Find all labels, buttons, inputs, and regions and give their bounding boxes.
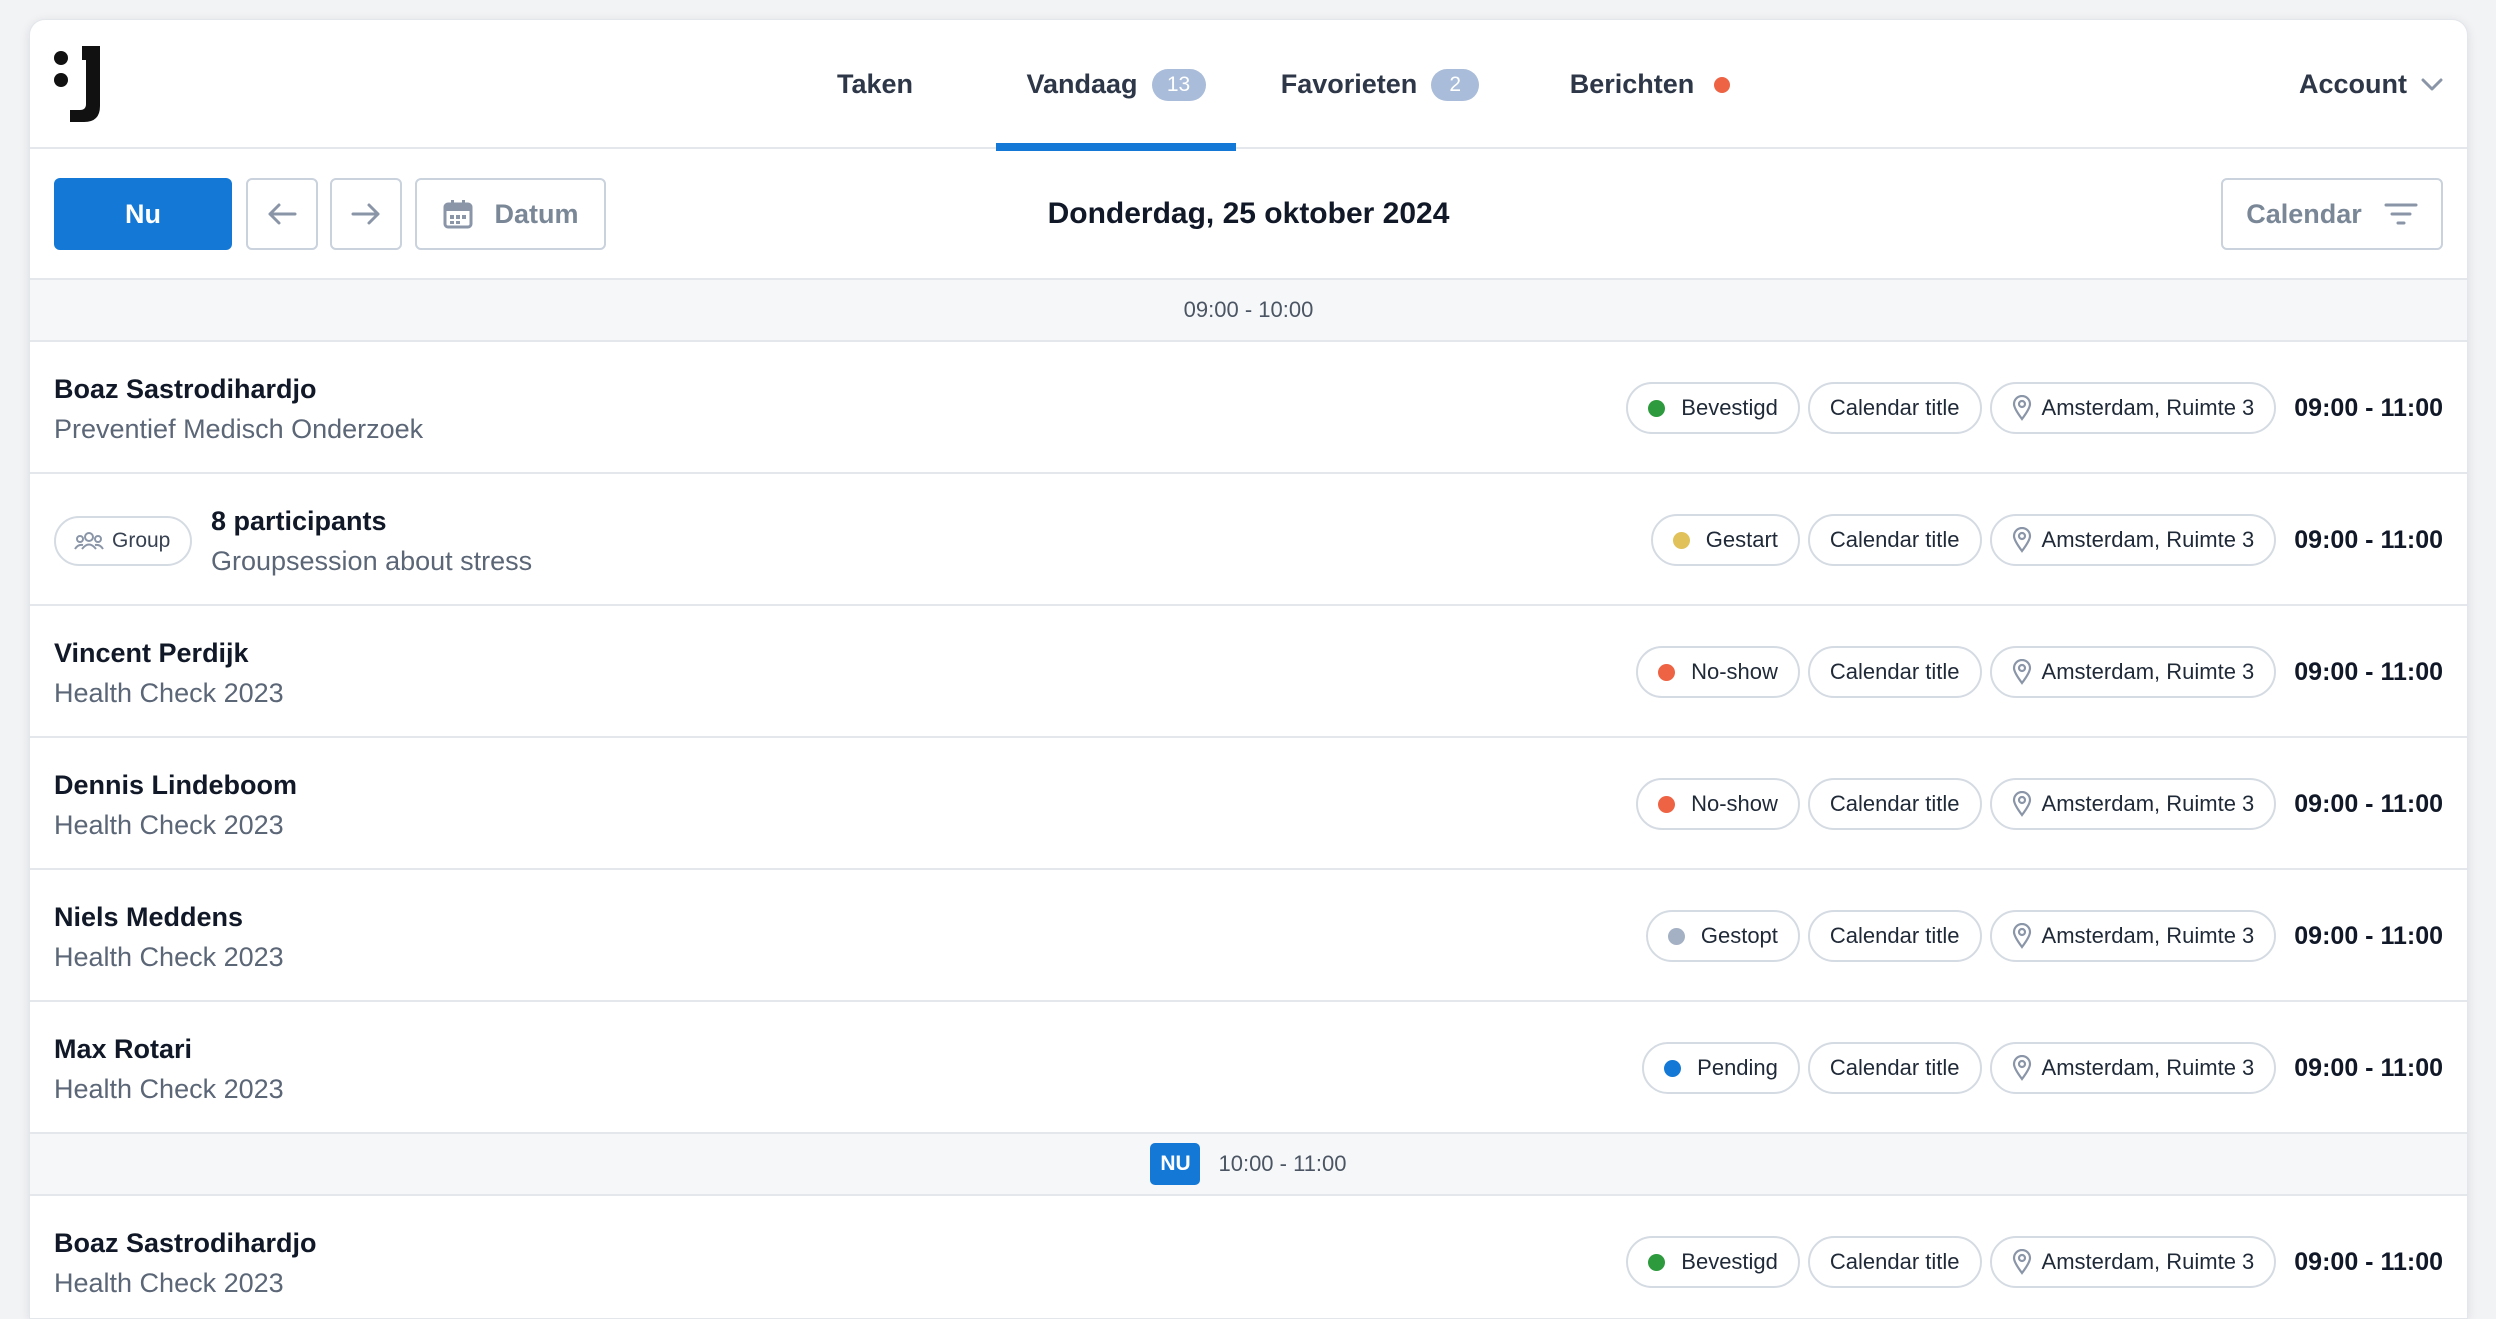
appointment-type: Health Check 2023 (54, 1074, 284, 1104)
status-chip[interactable]: No-show (1636, 778, 1800, 830)
appointment-time: 09:00 - 11:00 (2294, 657, 2443, 686)
appointment-time: 09:00 - 11:00 (2294, 525, 2443, 554)
location-chip[interactable]: Amsterdam, Ruimte 3 (1989, 382, 2277, 434)
unread-indicator (1714, 76, 1731, 93)
tab-taken[interactable]: Taken (790, 20, 960, 149)
location-pin-icon (2012, 527, 2031, 553)
tab-vandaag[interactable]: Vandaag 13 (996, 20, 1236, 151)
location-pin-icon (2012, 923, 2031, 949)
brand-logo-icon[interactable] (52, 44, 108, 124)
status-dot (1658, 663, 1676, 681)
patient-name: Dennis Lindeboom (54, 770, 297, 800)
tab-favorieten[interactable]: Favorieten 2 (1270, 20, 1490, 149)
filter-icon (2384, 203, 2418, 225)
top-navigation: Taken Vandaag 13 Favorieten 2 Berichten … (30, 20, 2467, 151)
location-pin-icon (2012, 791, 2031, 817)
tab-berichten[interactable]: Berichten (1550, 20, 1750, 149)
location-chip[interactable]: Amsterdam, Ruimte 3 (1989, 1042, 2277, 1094)
status-chip[interactable]: Bevestigd (1626, 1236, 1800, 1288)
appointment-type: Groupsession about stress (211, 546, 533, 576)
location-chip[interactable]: Amsterdam, Ruimte 3 (1989, 778, 2277, 830)
patient-name: Max Rotari (54, 1034, 193, 1064)
patient-name: Niels Meddens (54, 902, 244, 932)
time-slot-header: 09:00 - 10:00 (30, 278, 2467, 342)
patient-name: Boaz Sastrodihardjo (54, 1228, 317, 1258)
appointment-time: 09:00 - 11:00 (2294, 1053, 2443, 1082)
calendar-filter-button[interactable]: Calendar (2221, 178, 2443, 250)
location-pin-icon (2012, 659, 2031, 685)
location-pin-icon (2012, 1055, 2031, 1081)
patient-name: Boaz Sastrodihardjo (54, 374, 317, 404)
appointment-type: Preventief Medisch Onderzoek (54, 414, 424, 444)
status-chip[interactable]: Gestopt (1645, 910, 1800, 962)
appointment-time: 09:00 - 11:00 (2294, 1247, 2443, 1276)
date-picker-button[interactable]: Datum (415, 178, 606, 250)
account-menu[interactable]: Account (2299, 20, 2443, 149)
appointment-row[interactable]: Group 8 participants Groupsession about … (30, 474, 2467, 606)
status-dot (1648, 399, 1666, 417)
time-slot-header: NU 10:00 - 11:00 (30, 1132, 2467, 1196)
participants-count: 8 participants (211, 506, 387, 536)
calendar-chip[interactable]: Calendar title (1807, 1236, 1982, 1288)
location-chip[interactable]: Amsterdam, Ruimte 3 (1989, 910, 2277, 962)
patient-name: Vincent Perdijk (54, 638, 249, 668)
location-pin-icon (2012, 1249, 2031, 1275)
now-indicator-badge: NU (1150, 1143, 1201, 1185)
location-chip[interactable]: Amsterdam, Ruimte 3 (1989, 646, 2277, 698)
calendar-chip[interactable]: Calendar title (1807, 514, 1982, 566)
tab-count-badge: 13 (1151, 68, 1206, 101)
location-chip[interactable]: Amsterdam, Ruimte 3 (1989, 514, 2277, 566)
location-chip[interactable]: Amsterdam, Ruimte 3 (1989, 1236, 2277, 1288)
calendar-chip[interactable]: Calendar title (1807, 1042, 1982, 1094)
appointment-type: Health Check 2023 (54, 810, 284, 840)
arrow-right-icon (351, 203, 380, 225)
appointment-row[interactable]: Boaz Sastrodihardjo Preventief Medisch O… (30, 342, 2467, 474)
app-window: Taken Vandaag 13 Favorieten 2 Berichten … (29, 19, 2468, 1319)
calendar-chip[interactable]: Calendar title (1807, 910, 1982, 962)
appointment-time: 09:00 - 11:00 (2294, 789, 2443, 818)
location-pin-icon (2012, 395, 2031, 421)
arrow-left-icon (268, 203, 297, 225)
appointment-row[interactable]: Niels Meddens Health Check 2023 Gestopt … (30, 870, 2467, 1002)
tab-count-badge: 2 (1431, 68, 1480, 101)
appointment-type: Health Check 2023 (54, 942, 284, 972)
status-dot (1648, 1253, 1666, 1271)
appointment-row[interactable]: Vincent Perdijk Health Check 2023 No-sho… (30, 606, 2467, 738)
status-dot (1672, 531, 1690, 549)
appointment-time: 09:00 - 11:00 (2294, 393, 2443, 422)
appointment-row[interactable]: Boaz Sastrodihardjo Health Check 2023 Be… (30, 1196, 2467, 1318)
status-chip[interactable]: No-show (1636, 646, 1800, 698)
appointment-time: 09:00 - 11:00 (2294, 921, 2443, 950)
calendar-chip[interactable]: Calendar title (1807, 382, 1982, 434)
now-button[interactable]: Nu (54, 178, 232, 250)
previous-day-button[interactable] (246, 178, 318, 250)
chevron-down-icon (2421, 78, 2443, 90)
status-chip[interactable]: Gestart (1650, 514, 1800, 566)
calendar-icon (443, 200, 473, 229)
appointment-row[interactable]: Dennis Lindeboom Health Check 2023 No-sh… (30, 738, 2467, 870)
status-chip[interactable]: Bevestigd (1626, 382, 1800, 434)
group-chip: Group (54, 516, 193, 566)
next-day-button[interactable] (330, 178, 402, 250)
calendar-chip[interactable]: Calendar title (1807, 778, 1982, 830)
appointment-type: Health Check 2023 (54, 1268, 284, 1298)
appointment-row[interactable]: Max Rotari Health Check 2023 Pending Cal… (30, 1002, 2467, 1134)
status-chip[interactable]: Pending (1642, 1042, 1800, 1094)
status-dot (1664, 1059, 1682, 1077)
group-icon (74, 532, 104, 550)
status-dot (1658, 795, 1676, 813)
calendar-chip[interactable]: Calendar title (1807, 646, 1982, 698)
status-dot (1667, 927, 1685, 945)
appointment-type: Health Check 2023 (54, 678, 284, 708)
